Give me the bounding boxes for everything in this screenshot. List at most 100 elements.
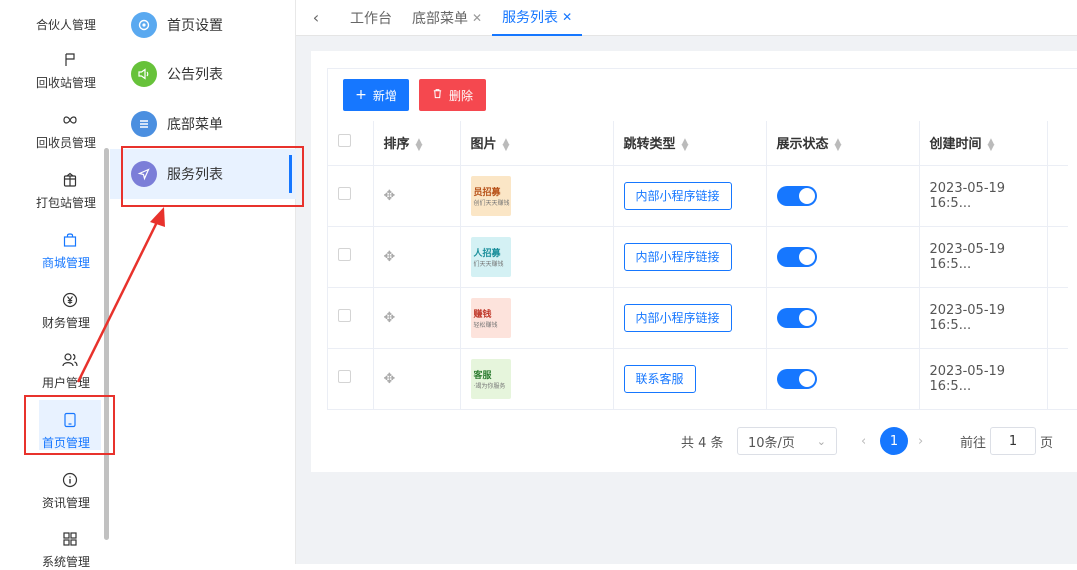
- service-thumbnail[interactable]: 赚钱 轻松赚钱: [470, 297, 511, 338]
- col-status[interactable]: 展示状态 ▲ ▼: [766, 121, 920, 166]
- status-cell: [766, 165, 920, 227]
- goto-page-input[interactable]: 1: [990, 427, 1036, 455]
- sort-icon[interactable]: ▲ ▼: [988, 137, 995, 152]
- chevron-down-icon: ⌄: [816, 434, 826, 448]
- drag-handle-cell: ✥: [373, 348, 461, 410]
- rail-item-finance[interactable]: 财务管理: [34, 292, 106, 331]
- image-cell: 赚钱 轻松赚钱: [460, 287, 614, 349]
- header-checkbox-cell: [328, 121, 374, 166]
- submenu-item-notices[interactable]: 公告列表: [110, 49, 296, 99]
- speaker-icon: [131, 61, 157, 87]
- created-cell: 2023-05-19 16:5...: [919, 165, 1048, 227]
- col-overflow: [1047, 121, 1068, 166]
- row-checkbox[interactable]: [338, 248, 351, 261]
- rail-label: 合伙人管理: [35, 18, 96, 32]
- yen-icon: [61, 292, 79, 310]
- col-image[interactable]: 图片 ▲ ▼: [460, 121, 614, 166]
- tab-service-list[interactable]: 服务列表 ✕: [492, 0, 583, 36]
- col-jump-type[interactable]: 跳转类型 ▲ ▼: [613, 121, 767, 166]
- col-sort[interactable]: 排序 ▲ ▼: [373, 121, 461, 166]
- jump-type-tag: 内部小程序链接: [623, 181, 732, 210]
- col-label: 排序: [383, 137, 410, 153]
- thumb-subtitle: ·竭为你服务: [473, 382, 506, 390]
- move-icon[interactable]: ✥: [384, 188, 396, 204]
- overflow-cell: [1047, 226, 1068, 288]
- rail-item-recycle-station[interactable]: 回收站管理: [34, 52, 106, 91]
- rail-item-users[interactable]: 用户管理: [34, 352, 106, 391]
- goto-label: 前往: [960, 435, 987, 451]
- move-icon[interactable]: ✥: [384, 249, 396, 265]
- status-cell: [766, 287, 920, 349]
- add-button-label: 新增: [372, 88, 397, 103]
- tab-bar: ‹ 工作台 底部菜单 ✕ 服务列表 ✕: [296, 0, 1077, 36]
- status-toggle[interactable]: [776, 368, 817, 389]
- tab-workbench[interactable]: 工作台: [340, 0, 402, 36]
- tab-bottom-menu[interactable]: 底部菜单 ✕: [402, 0, 492, 36]
- delete-button-label: 删除: [448, 88, 473, 103]
- thumb-title: 人招募: [473, 248, 501, 259]
- table-row: ✥ 人招募 们天天赚钱 内部小程序链接 2023-05-19 16:5...: [328, 226, 1068, 288]
- prev-page-button[interactable]: ‹: [861, 426, 866, 456]
- service-thumbnail[interactable]: 人招募 们天天赚钱: [470, 236, 511, 277]
- tab-label: 服务列表: [502, 9, 559, 26]
- rail-item-packing-station[interactable]: 打包站管理: [34, 172, 106, 211]
- sort-icon[interactable]: ▲ ▼: [503, 137, 510, 152]
- status-cell: [766, 226, 920, 288]
- row-checkbox-cell: [328, 226, 374, 288]
- drag-handle-cell: ✥: [373, 165, 461, 227]
- close-icon[interactable]: ✕: [562, 10, 572, 24]
- rail-label: 资讯管理: [41, 496, 90, 510]
- rail-item-partner[interactable]: 合伙人管理: [34, 0, 106, 33]
- row-checkbox-cell: [328, 165, 374, 227]
- thumb-title: 员招募: [473, 187, 501, 198]
- move-icon[interactable]: ✥: [384, 371, 396, 387]
- sort-icon[interactable]: ▲ ▼: [682, 137, 689, 152]
- chevron-left-icon[interactable]: ‹: [296, 0, 336, 36]
- jump-type-cell: 内部小程序链接: [613, 165, 767, 227]
- thumb-title: 赚钱: [473, 309, 492, 320]
- select-all-checkbox[interactable]: [338, 134, 351, 148]
- next-page-button[interactable]: ›: [918, 426, 923, 456]
- image-cell: 客服 ·竭为你服务: [460, 348, 614, 410]
- current-page[interactable]: 1: [880, 427, 908, 455]
- row-checkbox[interactable]: [338, 187, 351, 200]
- page-suffix-label: 页: [1040, 435, 1054, 451]
- service-thumbnail[interactable]: 客服 ·竭为你服务: [470, 358, 511, 399]
- service-thumbnail[interactable]: 员招募 创们天天赚钱: [470, 175, 511, 216]
- add-button[interactable]: + 新增: [343, 79, 409, 111]
- rail-scrollbar[interactable]: [104, 148, 109, 540]
- move-icon[interactable]: ✥: [384, 310, 396, 326]
- status-toggle[interactable]: [776, 307, 817, 328]
- table-row: ✥ 员招募 创们天天赚钱 内部小程序链接 2023-05-19 16:5...: [328, 165, 1068, 227]
- grid-icon: [61, 531, 79, 549]
- col-created[interactable]: 创建时间 ▲ ▼: [919, 121, 1048, 166]
- tab-label: 底部菜单: [412, 10, 468, 27]
- row-checkbox[interactable]: [338, 370, 351, 383]
- status-toggle[interactable]: [776, 246, 817, 267]
- rail-label: 商城管理: [41, 256, 90, 270]
- close-icon[interactable]: ✕: [472, 11, 482, 25]
- rail-label: 用户管理: [41, 376, 90, 390]
- status-cell: [766, 348, 920, 410]
- page-size-select[interactable]: 10条/页 ⌄: [737, 427, 837, 455]
- rail-item-mall[interactable]: 商城管理: [34, 232, 106, 271]
- submenu-item-bottom-menu[interactable]: 底部菜单: [110, 99, 296, 149]
- row-checkbox[interactable]: [338, 309, 351, 322]
- sort-icon[interactable]: ▲ ▼: [835, 137, 842, 152]
- jump-type-cell: 内部小程序链接: [613, 287, 767, 349]
- sort-icon[interactable]: ▲ ▼: [416, 137, 423, 152]
- rail-item-recycler[interactable]: 回收员管理: [34, 112, 106, 151]
- rail-item-system[interactable]: 系统管理: [34, 531, 106, 570]
- status-toggle[interactable]: [776, 185, 817, 206]
- col-label: 图片: [470, 137, 497, 153]
- delete-button[interactable]: 删除: [419, 79, 486, 111]
- submenu-item-home-settings[interactable]: 首页设置: [110, 0, 296, 50]
- col-label: 创建时间: [929, 137, 982, 153]
- infinity-icon: [61, 112, 79, 130]
- thumb-subtitle: 轻松赚钱: [473, 321, 498, 329]
- jump-type-tag: 联系客服: [623, 364, 696, 393]
- rail-label: 回收站管理: [35, 76, 96, 90]
- jump-type-cell: 联系客服: [613, 348, 767, 410]
- thumb-subtitle: 们天天赚钱: [473, 260, 504, 268]
- rail-item-news[interactable]: 资讯管理: [34, 472, 106, 511]
